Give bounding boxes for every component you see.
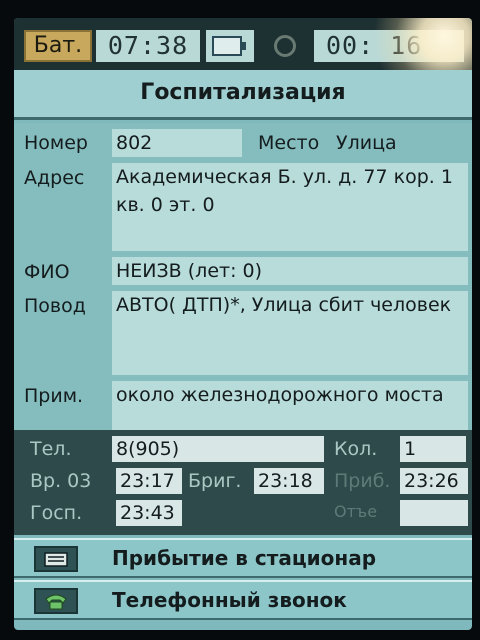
brig-label: Бриг. <box>188 470 242 492</box>
fio-field[interactable]: НЕИЗВ (лет: 0) <box>112 257 468 285</box>
count-field[interactable]: 1 <box>400 436 466 462</box>
number-label: Номер <box>24 132 88 154</box>
time03-field[interactable]: 23:17 <box>116 468 182 494</box>
arrive-label: Приб. <box>334 470 391 492</box>
device-screen: Бат. 07:38 00: 16 Госпитализация Номер 8… <box>14 18 472 630</box>
hospital-arrival-button[interactable]: Прибытие в стационар <box>14 538 472 578</box>
number-field[interactable]: 802 <box>112 129 242 157</box>
hospital-arrival-icon <box>34 546 78 572</box>
reason-label: Повод <box>24 295 86 317</box>
clock: 07:38 <box>96 30 200 62</box>
hosp-field[interactable]: 23:43 <box>116 500 182 526</box>
hospital-arrival-label: Прибытие в стационар <box>112 546 377 570</box>
battery-label: Бат. <box>24 30 92 62</box>
address-field[interactable]: Академическая Б. ул. д. 77 кор. 1 кв. 0 … <box>112 163 468 251</box>
phone-call-label: Телефонный звонок <box>112 588 347 612</box>
fio-label: ФИО <box>24 261 70 283</box>
otezd-field[interactable] <box>400 500 468 526</box>
call-form: Номер 802 Место Улица Адрес Академическа… <box>14 123 472 535</box>
phone-call-button[interactable]: Телефонный звонок <box>14 580 472 620</box>
status-bar: Бат. 07:38 00: 16 <box>14 18 472 108</box>
place-value: Улица <box>336 132 397 154</box>
page-title: Госпитализация <box>140 80 346 105</box>
time03-label: Вр. 03 <box>30 470 92 492</box>
note-field[interactable]: около железнодорожного моста <box>112 381 468 435</box>
battery-icon <box>206 30 254 62</box>
times-panel: Тел. 8(905) Кол. 1 Вр. 03 23:17 Бриг. 23… <box>14 430 472 535</box>
reason-field[interactable]: АВТО( ДТП)*, Улица сбит человек <box>112 291 468 375</box>
phone-field[interactable]: 8(905) <box>112 436 324 462</box>
arrive-field[interactable]: 23:26 <box>400 468 468 494</box>
count-label: Кол. <box>334 438 378 460</box>
place-label: Место <box>258 132 320 154</box>
sync-icon[interactable] <box>270 32 300 60</box>
brig-field[interactable]: 23:18 <box>254 468 324 494</box>
note-label: Прим. <box>24 385 84 407</box>
phone-icon <box>34 588 78 614</box>
elapsed-timer: 00: 16 <box>314 30 464 62</box>
phone-label: Тел. <box>30 438 72 460</box>
title-bar: Госпитализация <box>14 70 472 120</box>
address-label: Адрес <box>24 167 85 189</box>
otezd-label: Отъе <box>334 502 378 521</box>
hosp-label: Госп. <box>30 502 83 524</box>
